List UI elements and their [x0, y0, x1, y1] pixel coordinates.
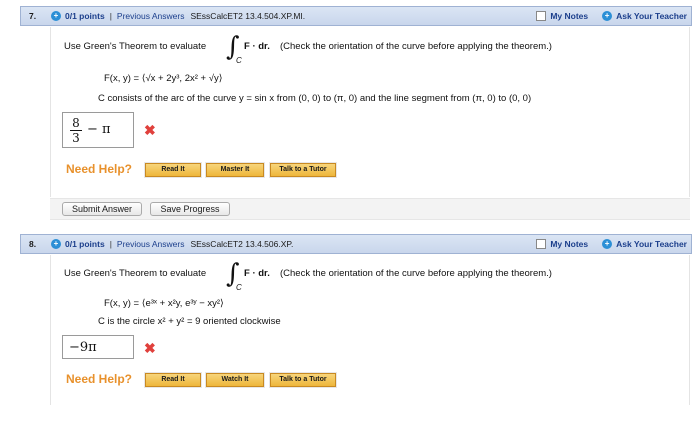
plus-icon[interactable]: +: [51, 11, 61, 21]
ask-teacher-link[interactable]: Ask Your Teacher: [616, 11, 687, 21]
need-help-label: Need Help?: [66, 372, 133, 386]
question-code: SEssCalcET2 13.4.506.XP.: [190, 239, 294, 249]
read-it-button[interactable]: Read It: [145, 373, 201, 387]
need-help-label: Need Help?: [66, 162, 133, 176]
points-label: 0/1 points: [65, 11, 105, 21]
question-code: SEssCalcET2 13.4.504.XP.MI.: [190, 11, 306, 21]
my-notes-link[interactable]: My Notes: [550, 239, 588, 249]
previous-answers-link[interactable]: Previous Answers: [117, 11, 185, 21]
integral-subscript: C: [236, 283, 242, 292]
question-number: 7.: [29, 11, 37, 21]
points-label: 0/1 points: [65, 239, 105, 249]
incorrect-icon: ✖: [144, 340, 156, 356]
my-notes-link[interactable]: My Notes: [550, 11, 588, 21]
read-it-button[interactable]: Read It: [145, 163, 201, 177]
question-number: 8.: [29, 239, 37, 249]
integrand: F · dr.: [244, 41, 270, 52]
watch-it-button[interactable]: Watch It: [206, 373, 264, 387]
submit-strip: [50, 198, 690, 220]
my-notes-checkbox[interactable]: [536, 239, 547, 249]
talk-to-tutor-button[interactable]: Talk to a Tutor: [270, 373, 336, 387]
master-it-button[interactable]: Master It: [206, 163, 264, 177]
curve-description: C is the circle x² + y² = 9 oriented clo…: [98, 316, 281, 327]
prompt-tail: (Check the orientation of the curve befo…: [280, 41, 552, 52]
save-progress-button[interactable]: Save Progress: [150, 202, 230, 216]
answer-numerator: 8: [72, 116, 80, 130]
separator: |: [109, 239, 112, 249]
answer-value: −9π: [69, 340, 97, 355]
vector-field: F(x, y) = ⟨√x + 2y³, 2x² + √y⟩: [104, 73, 223, 84]
plus-icon[interactable]: +: [51, 239, 61, 249]
curve-description: C consists of the arc of the curve y = s…: [98, 93, 532, 104]
plus-icon[interactable]: +: [602, 11, 613, 21]
talk-to-tutor-button[interactable]: Talk to a Tutor: [270, 163, 336, 177]
prompt-lead: Use Green's Theorem to evaluate: [64, 41, 207, 52]
incorrect-icon: ✖: [144, 122, 156, 138]
answer-denominator: 3: [72, 131, 80, 145]
question-7-header: 7. + 0/1 points | Previous Answers SEssC…: [20, 6, 692, 26]
my-notes-checkbox[interactable]: [536, 11, 547, 21]
question-8-header: 8. + 0/1 points | Previous Answers SEssC…: [20, 234, 692, 254]
plus-icon[interactable]: +: [602, 239, 613, 249]
prompt-lead: Use Green's Theorem to evaluate: [64, 268, 207, 279]
previous-answers-link[interactable]: Previous Answers: [117, 239, 185, 249]
answer-value: − π: [87, 122, 111, 137]
answer-box[interactable]: 8 3 − π: [62, 112, 134, 148]
ask-teacher-link[interactable]: Ask Your Teacher: [616, 239, 687, 249]
submit-answer-button[interactable]: Submit Answer: [62, 202, 142, 216]
answer-box[interactable]: −9π: [62, 335, 134, 359]
integrand: F · dr.: [244, 268, 270, 279]
prompt-tail: (Check the orientation of the curve befo…: [280, 268, 552, 279]
separator: |: [109, 11, 112, 21]
vector-field: F(x, y) = ⟨e³ˣ + x²y, e³ʸ − xy²⟩: [104, 298, 224, 309]
integral-subscript: C: [236, 56, 242, 65]
